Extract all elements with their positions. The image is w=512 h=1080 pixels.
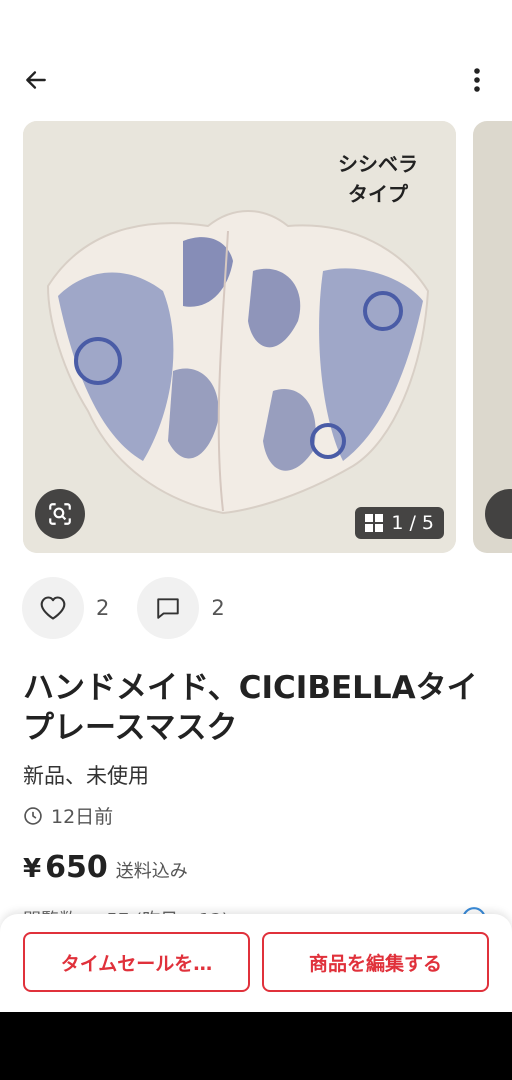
like-button[interactable] <box>22 577 84 639</box>
zoom-scan-icon <box>49 503 71 525</box>
photo-counter: 1 / 5 <box>355 507 444 539</box>
price-amount: 650 <box>45 850 108 885</box>
item-condition: 新品、未使用 <box>23 764 149 788</box>
top-bar <box>0 0 512 120</box>
photo-caption-line2: タイプ <box>348 182 408 206</box>
price-currency: ¥ <box>23 854 42 884</box>
grid-icon <box>365 514 384 532</box>
system-nav-bar <box>0 1012 512 1080</box>
posted-time: 12日前 <box>23 802 113 829</box>
item-title: ハンドメイド、CICIBELLAタイプレースマスク <box>23 670 478 746</box>
posted-time-text: 12日前 <box>51 806 114 828</box>
price: ¥ 650 送料込み <box>23 850 188 885</box>
back-button[interactable] <box>18 62 54 98</box>
heart-icon <box>40 596 66 620</box>
comment-icon <box>157 598 180 619</box>
photo-counter-text: 1 / 5 <box>391 512 434 534</box>
arrow-left-icon <box>26 71 46 89</box>
next-photo-preview[interactable] <box>473 121 512 553</box>
comment-button[interactable] <box>137 577 200 639</box>
bottom-action-bar: タイムセールを… 商品を編集する <box>0 914 512 1012</box>
time-sale-button[interactable]: タイムセールを… <box>23 932 250 992</box>
shipping-note: 送料込み <box>115 861 188 882</box>
more-vertical-icon <box>474 68 480 92</box>
photo-caption: シシベラ タイプ <box>338 149 418 209</box>
more-options-button[interactable] <box>462 62 492 98</box>
next-zoom-button[interactable] <box>485 489 512 539</box>
zoom-button[interactable] <box>35 489 85 539</box>
social-row: 2 2 <box>22 577 253 639</box>
item-photo[interactable]: シシベラ タイプ 1 / 5 <box>23 121 456 553</box>
comment-count: 2 <box>211 596 225 620</box>
clock-icon <box>24 806 42 825</box>
edit-item-button[interactable]: 商品を編集する <box>262 932 489 992</box>
like-count: 2 <box>96 596 110 620</box>
photo-caption-line1: シシベラ <box>338 152 418 176</box>
